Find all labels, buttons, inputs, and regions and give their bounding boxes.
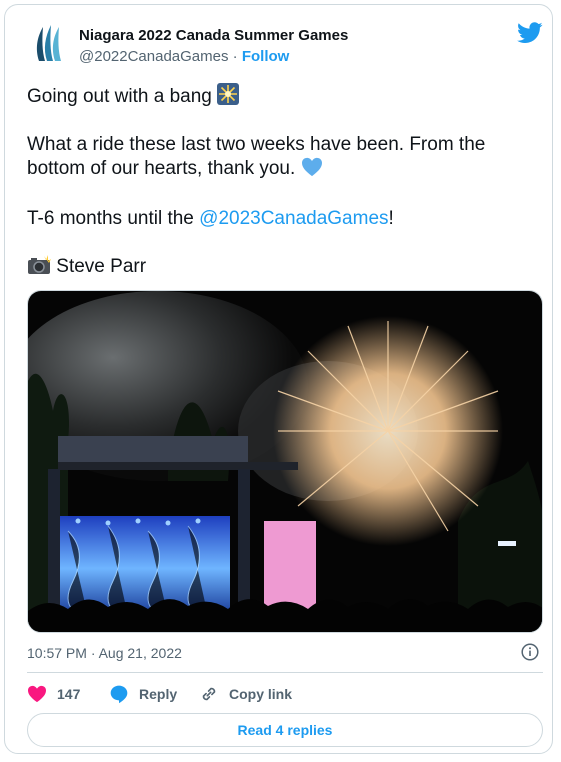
reply-button[interactable]: Reply bbox=[109, 684, 177, 704]
handle-separator: · bbox=[228, 48, 242, 65]
tweet-card: Niagara 2022 Canada Summer Games @2022Ca… bbox=[4, 4, 553, 754]
fireworks-photo-image bbox=[28, 291, 542, 632]
copy-link-button[interactable]: Copy link bbox=[199, 684, 292, 704]
tweet-line-2b: bottom of our hearts, thank you. bbox=[27, 157, 323, 181]
reply-bubble-icon bbox=[110, 685, 128, 704]
mention-link[interactable]: @2023CanadaGames bbox=[199, 208, 388, 229]
photo-credit: Steve Parr bbox=[56, 256, 147, 277]
tweet-text-2b: bottom of our hearts, thank you. bbox=[27, 158, 296, 179]
divider bbox=[27, 672, 543, 673]
link-icon bbox=[202, 687, 216, 701]
twitter-bird-icon[interactable] bbox=[517, 22, 543, 44]
blue-heart-emoji-icon bbox=[301, 157, 322, 177]
author-handle-line: @2022CanadaGames · Follow bbox=[79, 48, 289, 65]
tweet-line-2a: What a ride these last two weeks have be… bbox=[27, 134, 486, 155]
author-handle[interactable]: @2022CanadaGames bbox=[79, 48, 229, 65]
tweet-photo[interactable] bbox=[27, 290, 543, 633]
heart-icon bbox=[28, 685, 46, 703]
sparkler-emoji-icon bbox=[217, 83, 240, 105]
like-button[interactable]: 147 bbox=[27, 684, 80, 704]
niagara-logo-avatar[interactable] bbox=[29, 21, 73, 65]
follow-button[interactable]: Follow bbox=[242, 48, 290, 65]
tweet-line-1: Going out with a bang bbox=[27, 83, 240, 109]
tweet-text-3-suffix: ! bbox=[388, 208, 394, 229]
tweet-text-3: T-6 months until the bbox=[27, 208, 200, 229]
tweet-timestamp[interactable]: 10:57 PM · Aug 21, 2022 bbox=[27, 645, 182, 661]
copy-link-label: Copy link bbox=[229, 686, 293, 702]
like-count: 147 bbox=[57, 686, 81, 702]
author-name[interactable]: Niagara 2022 Canada Summer Games bbox=[79, 27, 348, 44]
tweet-text-1: Going out with a bang bbox=[27, 86, 212, 107]
camera-flash-emoji-icon bbox=[28, 255, 51, 274]
reply-label: Reply bbox=[139, 686, 178, 702]
read-replies-button[interactable]: Read 4 replies bbox=[27, 713, 543, 747]
tweet-line-4: Steve Parr bbox=[27, 255, 146, 279]
tweet-line-3: T-6 months until the @2023CanadaGames! bbox=[27, 207, 394, 231]
info-icon[interactable] bbox=[521, 643, 539, 661]
